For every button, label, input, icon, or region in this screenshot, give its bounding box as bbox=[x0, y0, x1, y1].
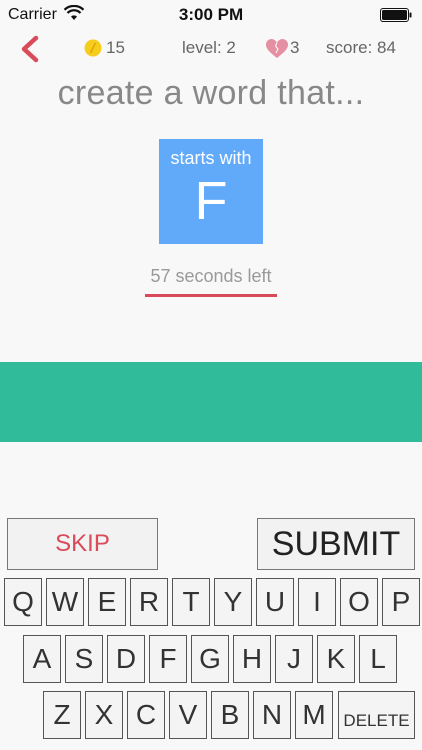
key-i[interactable]: I bbox=[298, 578, 336, 626]
key-y[interactable]: Y bbox=[214, 578, 252, 626]
key-s[interactable]: S bbox=[65, 635, 103, 683]
key-a[interactable]: A bbox=[23, 635, 61, 683]
letter-card: starts with F bbox=[159, 139, 263, 244]
key-m[interactable]: M bbox=[295, 691, 333, 739]
key-d[interactable]: D bbox=[107, 635, 145, 683]
key-q[interactable]: Q bbox=[4, 578, 42, 626]
skip-button[interactable]: SKIP bbox=[7, 518, 158, 570]
level-indicator: level: 2 bbox=[182, 38, 236, 57]
coin-icon bbox=[84, 39, 102, 57]
prompt-text: create a word that... bbox=[57, 74, 365, 112]
heart-icon bbox=[266, 39, 288, 58]
target-letter: F bbox=[194, 171, 228, 231]
key-l[interactable]: L bbox=[359, 635, 397, 683]
key-j[interactable]: J bbox=[275, 635, 313, 683]
answer-display bbox=[0, 362, 422, 442]
key-x[interactable]: X bbox=[85, 691, 123, 739]
back-arrow-icon[interactable] bbox=[16, 34, 46, 64]
key-u[interactable]: U bbox=[256, 578, 294, 626]
battery-icon bbox=[380, 8, 412, 22]
coins-count: 15 bbox=[106, 38, 125, 57]
score-indicator: score: 84 bbox=[326, 38, 396, 57]
key-b[interactable]: B bbox=[211, 691, 249, 739]
key-g[interactable]: G bbox=[191, 635, 229, 683]
key-w[interactable]: W bbox=[46, 578, 84, 626]
key-o[interactable]: O bbox=[340, 578, 378, 626]
delete-key[interactable]: DELETE bbox=[338, 691, 415, 739]
key-v[interactable]: V bbox=[169, 691, 207, 739]
status-bar: Carrier 3:00 PM bbox=[0, 0, 422, 30]
key-e[interactable]: E bbox=[88, 578, 126, 626]
timer-text: 57 seconds left bbox=[150, 266, 272, 286]
key-r[interactable]: R bbox=[130, 578, 168, 626]
key-f[interactable]: F bbox=[149, 635, 187, 683]
key-h[interactable]: H bbox=[233, 635, 271, 683]
key-t[interactable]: T bbox=[172, 578, 210, 626]
clock: 3:00 PM bbox=[178, 5, 244, 24]
key-c[interactable]: C bbox=[127, 691, 165, 739]
lives-count: 3 bbox=[290, 38, 300, 57]
key-k[interactable]: K bbox=[317, 635, 355, 683]
timer-underline bbox=[145, 294, 277, 297]
submit-button[interactable]: SUBMIT bbox=[257, 518, 415, 570]
key-z[interactable]: Z bbox=[43, 691, 81, 739]
key-p[interactable]: P bbox=[382, 578, 420, 626]
key-n[interactable]: N bbox=[253, 691, 291, 739]
rule-label: starts with bbox=[170, 148, 252, 168]
